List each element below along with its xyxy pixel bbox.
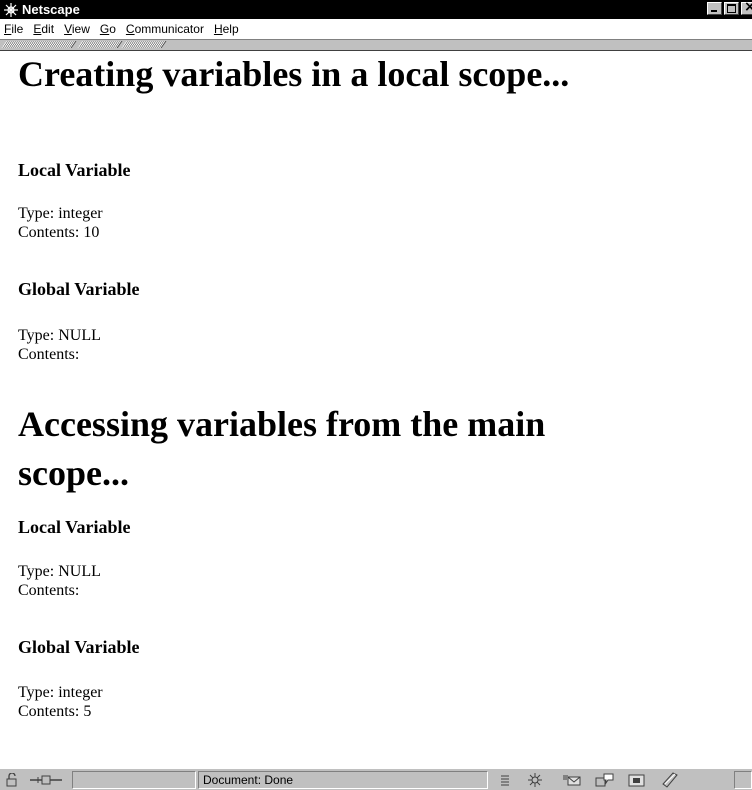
menu-communicator[interactable]: Communicator bbox=[126, 22, 204, 36]
section-heading: Accessing variables from the main bbox=[18, 404, 546, 444]
navigator-icon[interactable] bbox=[526, 772, 544, 788]
navigation-toolbar-grip[interactable] bbox=[1, 41, 77, 48]
type-line: Type: integer bbox=[18, 684, 103, 701]
security-lock-icon[interactable] bbox=[4, 772, 22, 788]
menu-edit[interactable]: Edit bbox=[33, 22, 54, 36]
component-bar-icon[interactable] bbox=[496, 772, 514, 788]
personal-toolbar-grip[interactable] bbox=[121, 41, 167, 48]
mail-icon[interactable] bbox=[560, 772, 584, 788]
status-text: Document: Done bbox=[203, 773, 294, 787]
type-line: Type: integer bbox=[18, 205, 103, 222]
resize-grip[interactable] bbox=[734, 771, 752, 789]
netscape-icon bbox=[3, 2, 19, 18]
close-button[interactable] bbox=[741, 0, 752, 15]
block-label: Global Variable bbox=[18, 637, 140, 657]
menu-go[interactable]: Go bbox=[100, 22, 116, 36]
section-heading-continued: scope... bbox=[18, 453, 129, 493]
type-line: Type: NULL bbox=[18, 563, 101, 580]
menu-bar: File Edit View Go Communicator Help bbox=[0, 19, 752, 40]
connection-icon bbox=[26, 772, 66, 788]
menu-help[interactable]: Help bbox=[214, 22, 239, 36]
location-toolbar-grip[interactable] bbox=[77, 41, 123, 48]
contents-line: Contents: 5 bbox=[18, 703, 92, 720]
status-text-panel: Document: Done bbox=[198, 771, 488, 789]
menu-file[interactable]: File bbox=[4, 22, 23, 36]
block-label: Local Variable bbox=[18, 160, 131, 180]
title-bar: Netscape bbox=[0, 0, 752, 19]
block-label: Global Variable bbox=[18, 279, 140, 299]
composer-icon[interactable] bbox=[626, 772, 648, 788]
block-label: Local Variable bbox=[18, 517, 131, 537]
section-heading: Creating variables in a local scope... bbox=[18, 54, 570, 94]
status-bar: Document: Done bbox=[0, 768, 752, 790]
menu-view[interactable]: View bbox=[64, 22, 90, 36]
contents-line: Contents: bbox=[18, 346, 80, 363]
progress-meter bbox=[72, 771, 196, 789]
discussions-icon[interactable] bbox=[594, 772, 616, 788]
window-title: Netscape bbox=[22, 2, 80, 17]
minimize-button[interactable] bbox=[707, 2, 722, 15]
maximize-button[interactable] bbox=[724, 2, 739, 15]
type-line: Type: NULL bbox=[18, 327, 101, 344]
edit-icon[interactable] bbox=[660, 772, 684, 788]
contents-line: Contents: bbox=[18, 582, 80, 599]
contents-line: Contents: 10 bbox=[18, 224, 100, 241]
collapsed-toolbars bbox=[0, 40, 752, 51]
